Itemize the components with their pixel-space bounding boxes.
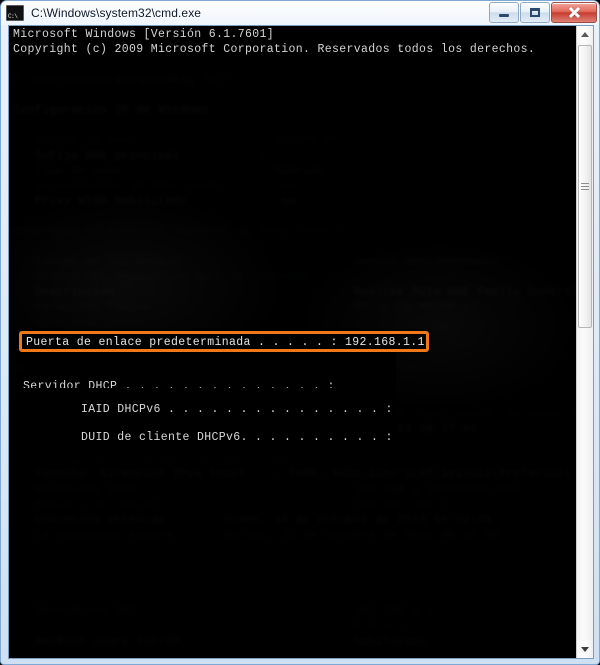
default-gateway-highlight: Puerta de enlace predeterminada . . . . … bbox=[19, 331, 429, 352]
console-obscured-line-10 bbox=[13, 209, 573, 224]
cmd-icon-label: C:\ bbox=[8, 12, 18, 20]
scroll-up-arrow-icon bbox=[581, 32, 589, 37]
console-obscured-line-2 bbox=[13, 88, 573, 103]
console-obscured-line-27: Vínculo: dirección IPv6 local. . : fe80:… bbox=[13, 468, 572, 482]
console-scrollbar[interactable] bbox=[576, 26, 593, 658]
window-title: C:\Windows\system32\cmd.exe bbox=[31, 5, 202, 20]
console-obscured-line-14: Sufijo DNS específico para la conexión. … bbox=[13, 271, 347, 284]
console-obscured-line-8: Enrutamiento IP habilitado. . . : no bbox=[13, 179, 296, 193]
console-obscured-line-17: DHCP habilitado . . . . . . . . . . . . … bbox=[13, 316, 369, 330]
console-highlight-slot-0 bbox=[13, 543, 573, 558]
console-header-line-1: Copyright (c) 2009 Microsoft Corporation… bbox=[13, 43, 536, 57]
console-obscured-tail-line-3 bbox=[13, 650, 573, 658]
cmd-console-icon: C:\ bbox=[6, 4, 24, 21]
console-obscured-line-30: Concesión obtenida. . . : lunes, 14 de o… bbox=[13, 514, 492, 527]
console-obscured-tail-line-2: NetBIOS sobre TCP/IP. . . . . . . . . . … bbox=[13, 635, 427, 649]
console-obscured-tail-line-1: 8.8.8.8 bbox=[13, 620, 405, 634]
scroll-down-arrow-icon bbox=[581, 647, 589, 652]
maximize-icon bbox=[530, 8, 540, 17]
cmd-window: C:\ C:\Windows\system32\cmd.exe Microsof… bbox=[0, 0, 600, 665]
console-obscured-line-4 bbox=[13, 118, 573, 133]
maximize-button[interactable] bbox=[520, 2, 550, 23]
console-obscured-line-5: Nombre de host . . . . . . . . : EQUIPO-… bbox=[13, 134, 340, 148]
console-obscured-line-3: Configuración IP de Windows bbox=[13, 103, 209, 117]
minimize-button[interactable] bbox=[489, 2, 519, 23]
scrollbar-thumb[interactable] bbox=[578, 45, 592, 328]
console-obscured-line-15: Descripción . . . . . . . . . . . . . . … bbox=[13, 286, 578, 300]
console-obscured-line-9: Proxy WINS habilitado . . . . . : no bbox=[13, 195, 296, 209]
close-button[interactable] bbox=[551, 2, 597, 23]
minimize-icon bbox=[499, 14, 509, 17]
console-obscured-line-12 bbox=[13, 240, 573, 255]
console-obscured-line-16: Dirección física. . . . . . . . . . . . … bbox=[13, 301, 478, 315]
default-gateway-line: Puerta de enlace predeterminada . . . . … bbox=[26, 336, 425, 349]
console-obscured-line-0 bbox=[13, 57, 573, 72]
dhcp-lines-block: Servidor DHCP . . . . . . . . . . . . . … bbox=[23, 352, 396, 461]
window-controls bbox=[489, 2, 597, 23]
window-titlebar[interactable]: C:\ C:\Windows\system32\cmd.exe bbox=[1, 1, 599, 24]
console-highlight-slot-1 bbox=[13, 559, 573, 574]
console-obscured-line-7: Tipo de nodo . . . . . . . . . : híbrido bbox=[13, 164, 325, 178]
console-obscured-line-11: Adaptador de Ethernet Conexión de área l… bbox=[13, 225, 354, 239]
console-highlight-slot-3 bbox=[13, 589, 573, 604]
console-client-area: Microsoft Windows [Versión 6.1.7601] Copy… bbox=[8, 25, 594, 659]
console-header-line-0: Microsoft Windows [Versión 6.1.7601] bbox=[13, 28, 275, 41]
scroll-up-button[interactable] bbox=[577, 26, 593, 43]
console-obscured-line-29: Máscara de subred . . . . . . . . . . . … bbox=[13, 498, 449, 512]
close-icon bbox=[568, 6, 581, 19]
console-obscured-line-6: Sufijo DNS principal . . . . . : bbox=[13, 149, 267, 163]
dhcp-server-line: Servidor DHCP . . . . . . . . . . . . . … bbox=[23, 380, 335, 389]
scrollbar-grip-icon bbox=[581, 183, 589, 190]
console-obscured-line-13: Estado de los medios. . . . . . . . . . … bbox=[13, 255, 499, 269]
iaid-dhcpv6-line: IAID DHCPv6 . . . . . . . . . . . . . . … bbox=[81, 402, 393, 416]
console-obscured-line-28: Dirección IPv4. . . . . . . . . . . . . … bbox=[13, 483, 521, 497]
scroll-down-button[interactable] bbox=[577, 641, 593, 658]
duid-dhcpv6-line: DUID de cliente DHCPv6. . . . . . . . . … bbox=[81, 431, 393, 445]
console-output[interactable]: Microsoft Windows [Versión 6.1.7601] Copy… bbox=[9, 26, 578, 658]
console-obscured-line-31: La concesión expira . . : martes, 15 de … bbox=[13, 529, 499, 543]
console-obscured-line-1: C:\Users\usuario>ipconfig /all bbox=[13, 73, 231, 87]
console-obscured-tail-line-0: Servidores DNS. . . . . . . . . . . . . … bbox=[13, 605, 434, 619]
console-highlight-slot-2 bbox=[13, 574, 573, 589]
